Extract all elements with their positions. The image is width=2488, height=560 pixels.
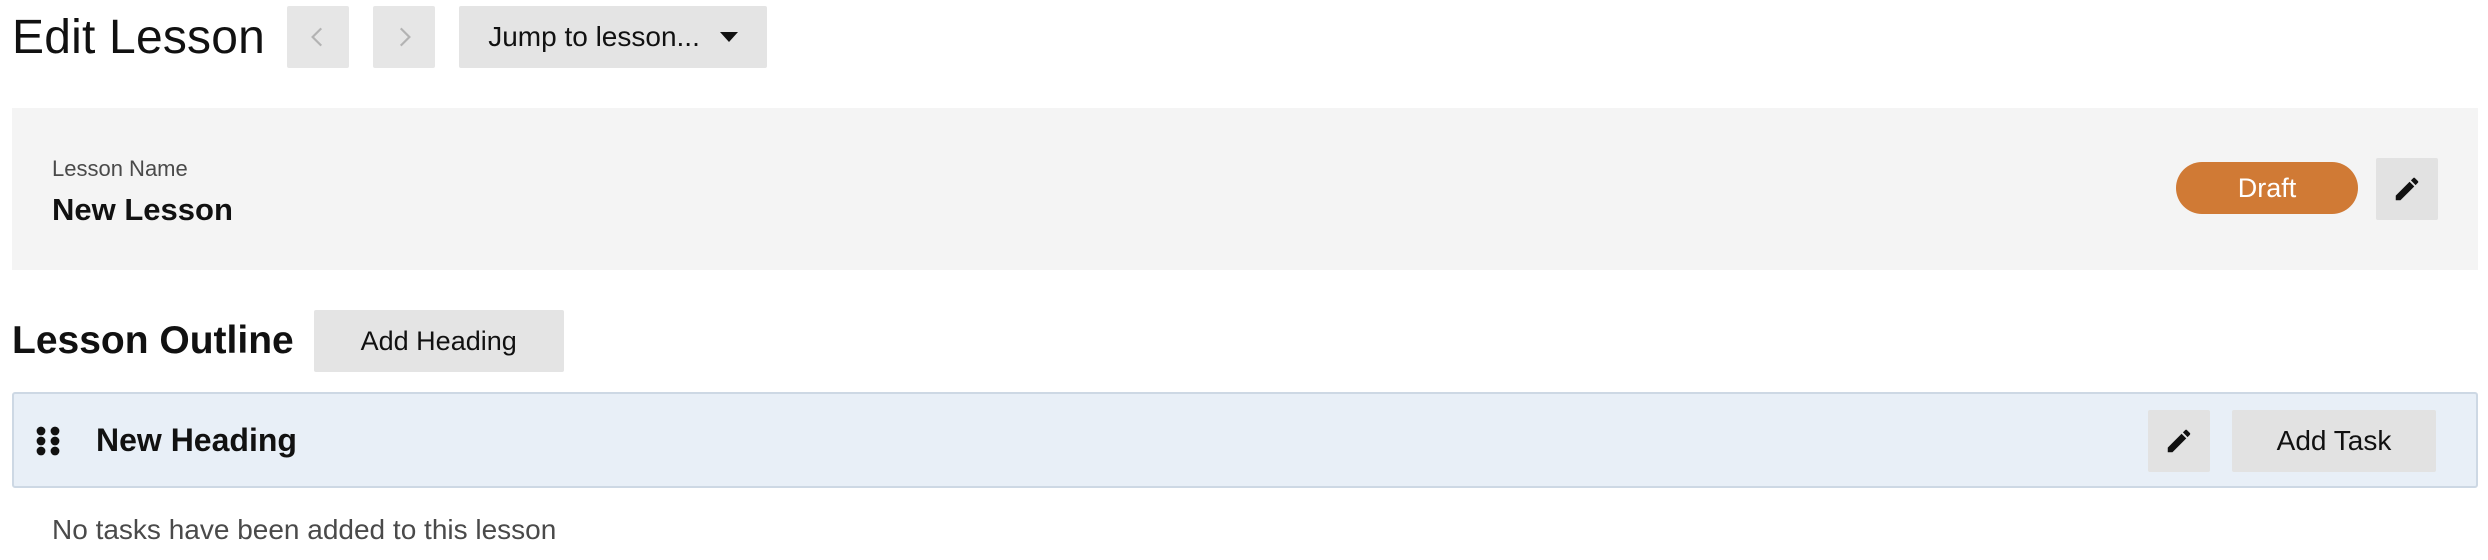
heading-row: New Heading Add Task (12, 392, 2478, 488)
jump-to-lesson-dropdown[interactable]: Jump to lesson... (459, 6, 768, 68)
edit-lesson-button[interactable] (2376, 158, 2438, 220)
add-heading-button[interactable]: Add Heading (313, 310, 564, 372)
lesson-name-value: New Lesson (52, 192, 233, 227)
edit-heading-button[interactable] (2148, 410, 2210, 472)
lesson-outline-header: Lesson Outline Add Heading (12, 310, 564, 372)
chevron-left-icon (311, 27, 323, 47)
status-badge: Draft (2176, 162, 2358, 214)
page-title: Edit Lesson (12, 10, 266, 64)
drag-handle-icon[interactable] (34, 426, 62, 456)
pencil-icon (2395, 177, 2419, 201)
lesson-name-panel: Lesson Name New Lesson Draft (12, 108, 2478, 270)
page-header: Edit Lesson Jump to lesson... (12, 6, 768, 68)
chevron-right-icon (400, 27, 411, 47)
heading-title: New Heading (96, 422, 297, 458)
add-task-button[interactable]: Add Task (2232, 410, 2436, 472)
caret-down-icon (719, 32, 738, 42)
next-lesson-button[interactable] (373, 6, 436, 68)
empty-tasks-message: No tasks have been added to this lesson (52, 514, 557, 545)
lesson-outline-title: Lesson Outline (12, 319, 294, 362)
jump-to-lesson-label: Jump to lesson... (488, 21, 700, 52)
lesson-name-label: Lesson Name (52, 156, 188, 181)
previous-lesson-button[interactable] (287, 6, 350, 68)
pencil-icon (2167, 429, 2191, 453)
